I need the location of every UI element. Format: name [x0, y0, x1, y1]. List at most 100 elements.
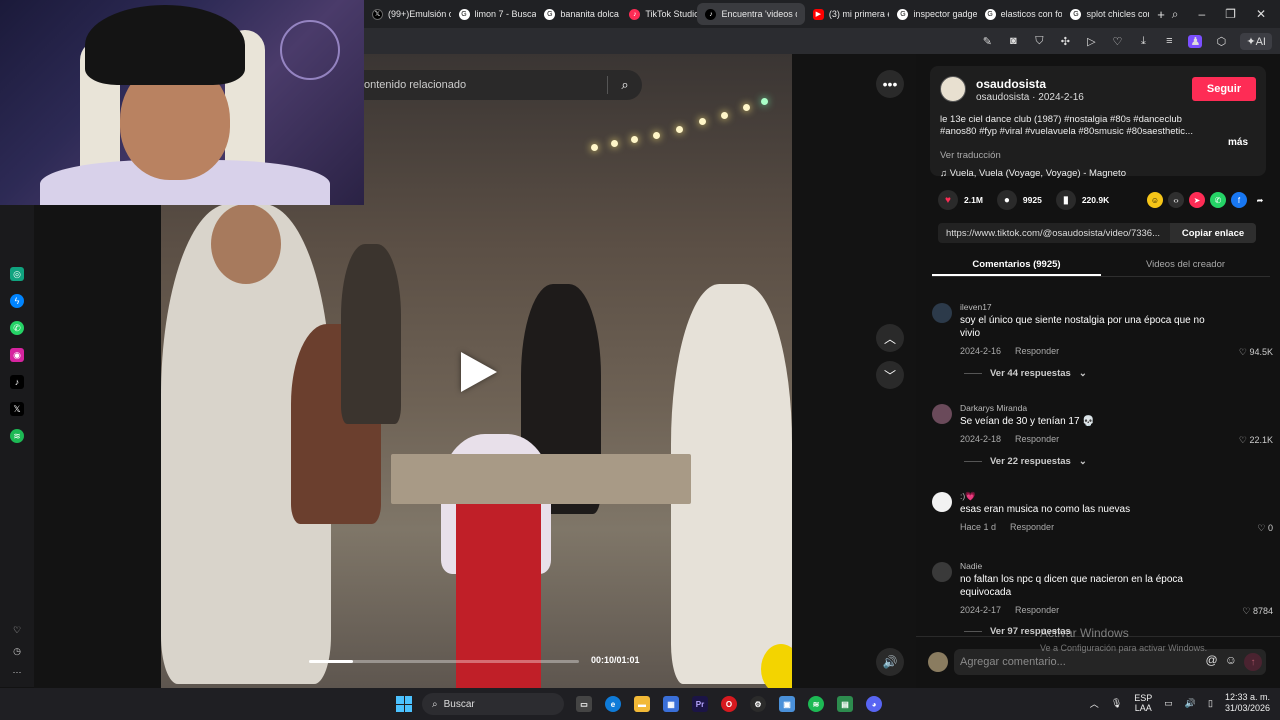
avatar[interactable]	[932, 562, 952, 582]
messenger-icon[interactable]: ϟ	[10, 294, 24, 308]
embed-icon[interactable]: ‹›	[1168, 192, 1184, 208]
profile-icon[interactable]: ♟	[1188, 34, 1203, 48]
menu-icon[interactable]: ≡	[1162, 35, 1176, 47]
taskbar-search[interactable]: ⌕ Buscar	[422, 693, 564, 715]
search-input[interactable]: ontenido relacionado	[364, 79, 607, 91]
browser-tab[interactable]: Gbananita dolca -	[536, 3, 621, 25]
translate-link[interactable]: Ver traducción	[940, 150, 1001, 161]
music-info[interactable]: ♫ Vuela, Vuela (Voyage, Voyage) - Magnet…	[940, 168, 1126, 179]
task-view-icon[interactable]: ▭	[576, 696, 592, 712]
search-icon[interactable]: ⌕	[1172, 7, 1179, 22]
shield-icon[interactable]: ⛉	[1032, 35, 1046, 48]
view-replies-button[interactable]: Ver 22 respuestas ⌄	[964, 456, 1087, 467]
browser-tab[interactable]: ♪ TikTok Studio	[621, 3, 697, 25]
chevron-up-icon[interactable]: ︿	[1090, 697, 1099, 710]
comment-username[interactable]: Nadie	[960, 561, 982, 571]
search-icon[interactable]: ⌕	[608, 77, 642, 93]
author-name[interactable]: osaudosista	[976, 77, 1046, 91]
browser-tab[interactable]: ▶ (3) mi primera e	[805, 3, 889, 25]
spotify-icon[interactable]: ≋	[10, 429, 24, 443]
comment-like[interactable]: ♡ 94.5K	[1239, 347, 1273, 358]
facebook-icon[interactable]: f	[1231, 192, 1247, 208]
browser-tab[interactable]: Gelasticos con for	[977, 3, 1062, 25]
whatsapp-icon[interactable]: ✆	[10, 321, 24, 335]
store-icon[interactable]: ▦	[663, 696, 679, 712]
browser-tab[interactable]: 𝕏 (99+)Emulsión d	[364, 3, 451, 25]
chatgpt-icon[interactable]: ◎	[10, 267, 24, 281]
comment-like[interactable]: ♡ 0	[1257, 523, 1273, 534]
more-link[interactable]: más	[1228, 137, 1248, 148]
browser-tab[interactable]: Glimon 7 - Buscar	[451, 3, 536, 25]
emoji-icon[interactable]: ☺	[1225, 653, 1237, 671]
more-options-button[interactable]: •••	[876, 70, 904, 98]
clock[interactable]: 12:33 a. m. 31/03/2026	[1225, 692, 1270, 714]
more-icon[interactable]: ⋯	[10, 665, 24, 679]
browser-tab[interactable]: Gsplot chicles con	[1062, 3, 1149, 25]
share-arrow-icon[interactable]: ➦	[1252, 192, 1268, 208]
instagram-icon[interactable]: ◉	[10, 348, 24, 362]
restore-icon[interactable]: ❐	[1225, 7, 1236, 22]
tab-comments[interactable]: Comentarios (9925)	[932, 255, 1101, 276]
spotify-icon[interactable]: ≋	[808, 696, 824, 712]
clock-icon[interactable]: ◷	[10, 644, 24, 658]
language-indicator[interactable]: ESP LAA	[1134, 693, 1152, 713]
comment-like[interactable]: ♡ 22.1K	[1239, 435, 1273, 446]
next-video-button[interactable]: ﹀	[876, 361, 904, 389]
microphone-icon[interactable]: 🎙	[1111, 698, 1122, 709]
discord-icon[interactable]: ◕	[866, 696, 882, 712]
view-replies-button[interactable]: Ver 44 respuestas ⌄	[964, 368, 1087, 379]
app-icon[interactable]: ▣	[779, 696, 795, 712]
search-bar[interactable]: ontenido relacionado ⌕	[364, 70, 642, 100]
premiere-icon[interactable]: Pr	[692, 696, 708, 712]
steam-icon[interactable]: ⚙	[750, 696, 766, 712]
play-icon[interactable]: ▷	[1084, 35, 1098, 48]
file-explorer-icon[interactable]: ▬	[634, 696, 650, 712]
heart-icon[interactable]: ♡	[10, 623, 24, 637]
volume-icon[interactable]: 🔊	[1185, 698, 1196, 709]
send-icon[interactable]: ➤	[1189, 192, 1205, 208]
previous-video-button[interactable]: ︿	[876, 324, 904, 352]
minimize-icon[interactable]: –	[1198, 7, 1205, 22]
play-icon[interactable]	[461, 352, 497, 392]
comment-username[interactable]: ileven17	[960, 302, 992, 312]
avatar[interactable]	[940, 76, 966, 102]
windows-start-icon[interactable]	[396, 696, 412, 712]
reply-button[interactable]: Responder	[1015, 605, 1059, 615]
follow-button[interactable]: Seguir	[1192, 77, 1256, 101]
send-icon[interactable]: ↑	[1244, 653, 1262, 671]
copy-link-button[interactable]: Copiar enlace	[1170, 223, 1256, 243]
tiktok-icon[interactable]: ♪	[10, 375, 24, 389]
avatar[interactable]	[932, 303, 952, 323]
heart-icon[interactable]: ♡	[1110, 35, 1124, 48]
x-logo-icon[interactable]: 𝕏	[10, 402, 24, 416]
comment-username[interactable]: :)💗	[960, 491, 976, 502]
camera-icon[interactable]: ◙	[1006, 35, 1020, 47]
friends-icon[interactable]: ☺	[1147, 192, 1163, 208]
avatar[interactable]	[932, 492, 952, 512]
ai-button[interactable]: ✦AI	[1240, 32, 1272, 50]
network-icon[interactable]: ▭	[1164, 698, 1173, 709]
opera-icon[interactable]: O	[721, 696, 737, 712]
tab-creator-videos[interactable]: Videos del creador	[1101, 255, 1270, 276]
comment-button[interactable]: ● 9925	[996, 190, 1042, 210]
reply-button[interactable]: Responder	[1015, 434, 1059, 444]
avatar[interactable]	[932, 404, 952, 424]
save-button[interactable]: ▮ 220.9K	[1055, 190, 1109, 210]
whatsapp-icon[interactable]: ✆	[1210, 192, 1226, 208]
comment-like[interactable]: ♡ 8784	[1242, 606, 1273, 617]
reply-button[interactable]: Responder	[1010, 522, 1054, 532]
close-icon[interactable]: ✕	[1256, 7, 1266, 22]
edge-icon[interactable]: e	[605, 696, 621, 712]
cube-icon[interactable]: ⬡	[1214, 35, 1228, 48]
battery-icon[interactable]: ▯	[1208, 698, 1213, 709]
download-icon[interactable]: ⤓	[1136, 35, 1150, 48]
like-button[interactable]: ♥ 2.1M	[938, 190, 983, 210]
video-url[interactable]: https://www.tiktok.com/@osaudosista/vide…	[938, 228, 1170, 239]
edit-icon[interactable]: ✎	[980, 35, 994, 48]
mention-icon[interactable]: @	[1206, 653, 1218, 671]
volume-icon[interactable]: 🔊	[876, 648, 904, 676]
browser-tab-active[interactable]: ♪Encuentra 'videos de nost	[697, 3, 805, 25]
comment-username[interactable]: Darkarys Miranda	[960, 403, 1027, 413]
browser-tab[interactable]: Ginspector gadget	[889, 3, 977, 25]
video-progress-bar[interactable]	[309, 660, 579, 663]
